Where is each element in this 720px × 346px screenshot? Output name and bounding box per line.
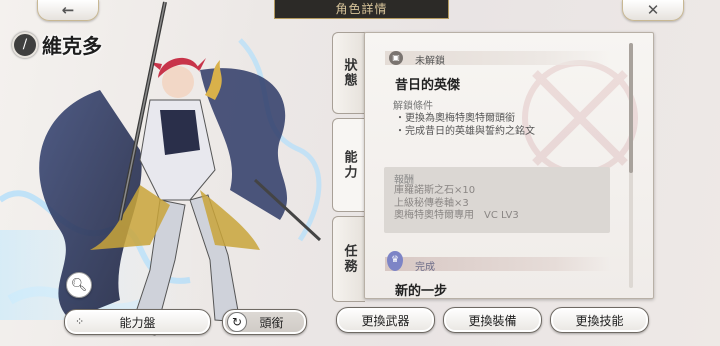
back-button[interactable]: ← <box>37 0 99 21</box>
zoom-button[interactable]: 🔍︎ <box>66 272 92 298</box>
reward-box: 報酬 庫羅諾斯之石×10 上級秘傳卷軸×3 奧梅特奧特爾專用 VC LV3 <box>384 167 610 233</box>
title-button[interactable]: ↻ 頭銜 <box>222 309 307 335</box>
close-button[interactable]: ✕ <box>622 0 684 21</box>
grid-icon: ⁘ <box>75 315 85 328</box>
mission-panel: ▣ 未解鎖 昔日的英傑 解鎖條件 ・更換為奧梅特奧特爾頭銜 ・完成昔日的英雄與誓… <box>364 32 654 299</box>
reward-list: 庫羅諾斯之石×10 上級秘傳卷軸×3 奧梅特奧特爾專用 VC LV3 <box>394 185 519 223</box>
change-weapon-button[interactable]: 更換武器 <box>336 307 435 333</box>
ability-board-label: 能力盤 <box>119 315 156 330</box>
tab-mission[interactable]: 任務 <box>332 216 365 302</box>
change-skill-button[interactable]: 更換技能 <box>550 307 649 333</box>
tab-status[interactable]: 狀態 <box>332 32 365 114</box>
character-name: 維克多 <box>42 34 102 58</box>
scrollbar-thumb[interactable] <box>629 43 633 173</box>
status-locked: 未解鎖 <box>415 56 445 67</box>
unlock-conditions-label: 解鎖條件 <box>393 101 433 112</box>
reward-item: 上級秘傳卷軸×3 <box>394 197 469 209</box>
screen-title: 角色詳情 <box>274 0 449 19</box>
next-achievement-title: 新的一步 <box>395 284 448 299</box>
unlock-conditions-list: ・更換為奧梅特奧特爾頭銜 ・完成昔日的英雄與誓約之銘文 <box>395 112 535 138</box>
swap-icon: ↻ <box>227 312 247 332</box>
ability-board-button[interactable]: ⁘ 能力盤 <box>64 309 211 335</box>
reward-label: 報酬 <box>394 175 414 186</box>
title-label: 頭銜 <box>259 315 284 330</box>
reward-item: 庫羅諾斯之石×10 <box>394 185 476 196</box>
achievement-title: 昔日的英傑 <box>395 78 461 93</box>
character-name-plate: ∕ 維克多 <box>12 30 102 59</box>
change-gear-button[interactable]: 更換裝備 <box>443 307 542 333</box>
condition-item: ・完成昔日的英雄與誓約之銘文 <box>395 126 535 137</box>
lock-icon: ▣ <box>389 51 403 65</box>
condition-item: ・更換為奧梅特奧特爾頭銜 <box>395 113 515 124</box>
status-complete: 完成 <box>415 262 435 273</box>
sword-class-icon: ∕ <box>12 31 38 58</box>
close-icon: ✕ <box>646 1 660 19</box>
tab-ability[interactable]: 能力 <box>332 118 365 212</box>
back-arrow-icon: ← <box>61 1 75 19</box>
reward-item: 奧梅特奧特爾專用 VC LV3 <box>394 210 519 221</box>
magnifier-icon: 🔍︎ <box>70 277 88 293</box>
